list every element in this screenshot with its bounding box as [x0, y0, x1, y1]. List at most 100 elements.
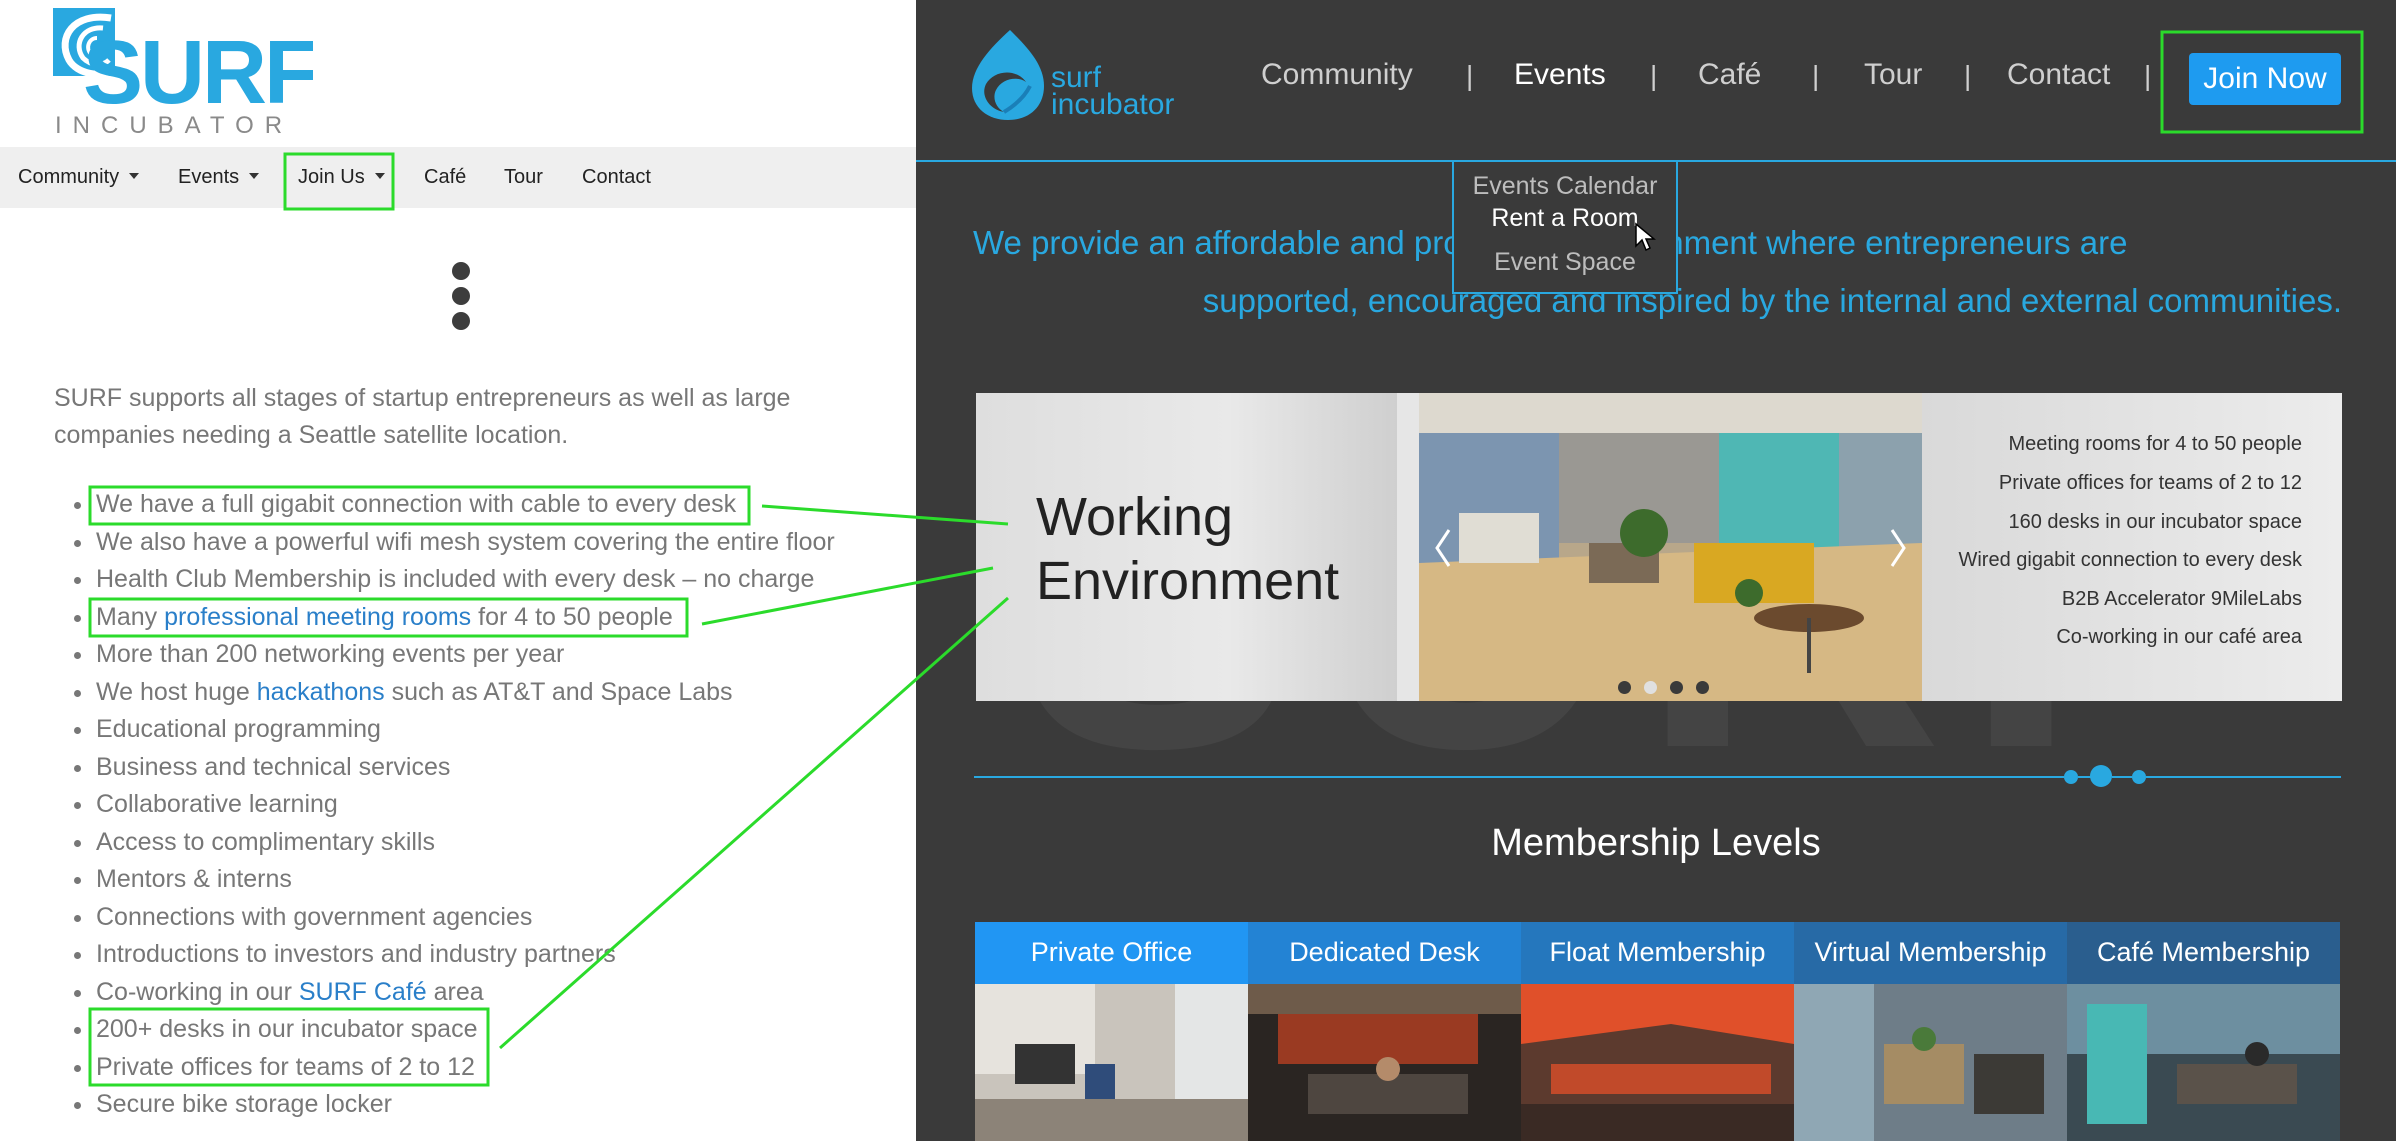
- old-logo-wordmark: SURF: [83, 23, 313, 123]
- membership-photo: [975, 984, 1248, 1141]
- list-item: Introductions to investors and industry …: [74, 936, 896, 974]
- list-item: Collaborative learning: [74, 786, 896, 824]
- list-item: Business and technical services: [74, 749, 896, 787]
- nav-separator: |: [2144, 60, 2152, 91]
- nav-tour[interactable]: Tour: [1864, 58, 1922, 92]
- old-nav-contact[interactable]: Contact: [582, 147, 651, 208]
- membership-photo: [1794, 984, 2067, 1141]
- more-vertical-icon[interactable]: [451, 262, 471, 332]
- old-nav-events[interactable]: Events: [178, 147, 260, 208]
- membership-card-dedicated-desk[interactable]: Dedicated Desk: [1248, 922, 1521, 1141]
- old-nav-join-us-label: Join Us: [298, 166, 365, 188]
- membership-photo: [1521, 984, 1794, 1141]
- slider-dot[interactable]: [1618, 681, 1631, 694]
- list-item: We also have a powerful wifi mesh system…: [74, 524, 896, 562]
- nav-community[interactable]: Community: [1261, 58, 1413, 92]
- hackathons-link[interactable]: hackathons: [257, 678, 385, 706]
- new-site-panel: SURF surf incubator Community | Events |…: [916, 0, 2396, 1141]
- list-item: Mentors & interns: [74, 861, 896, 899]
- old-nav-community-label: Community: [18, 166, 120, 188]
- section-divider-right: [2146, 776, 2341, 778]
- nav-separator: |: [1466, 60, 1474, 91]
- membership-card-label: Virtual Membership: [1794, 922, 2067, 984]
- nav-contact[interactable]: Contact: [2007, 58, 2110, 92]
- membership-card-label: Float Membership: [1521, 922, 1794, 984]
- old-nav-events-label: Events: [178, 166, 240, 188]
- list-item: Co-working in our SURF Café area: [74, 974, 896, 1012]
- nav-separator: |: [1812, 60, 1820, 91]
- membership-card-label: Dedicated Desk: [1248, 922, 1521, 984]
- membership-card-private-office[interactable]: Private Office: [975, 922, 1248, 1141]
- new-logo-text[interactable]: surf incubator: [1051, 61, 1175, 121]
- membership-card-float[interactable]: Float Membership: [1521, 922, 1794, 1141]
- divider-dot: [2064, 770, 2078, 784]
- membership-card-label: Café Membership: [2067, 922, 2340, 984]
- slider-feature: Wired gigabit connection to every desk: [1958, 549, 2302, 571]
- old-intro-text: SURF supports all stages of startup entr…: [54, 384, 791, 449]
- old-nav-cafe[interactable]: Café: [424, 147, 466, 208]
- list-item: Access to complimentary skills: [74, 824, 896, 862]
- caret-down-icon: [249, 172, 260, 179]
- list-item: Private offices for teams of 2 to 12: [74, 1049, 896, 1087]
- mouse-pointer-icon: [1635, 222, 1656, 252]
- nav-separator: |: [1650, 60, 1658, 91]
- slider-next-icon[interactable]: [1890, 528, 1906, 568]
- caret-down-icon: [129, 172, 140, 179]
- list-item: Secure bike storage locker: [74, 1086, 896, 1124]
- slider-pagination: [1618, 681, 1718, 695]
- membership-heading: Membership Levels: [1491, 822, 1821, 864]
- divider-dot: [2132, 770, 2146, 784]
- old-logo-subtitle: INCUBATOR: [55, 112, 293, 136]
- tagline-line2: supported, encouraged and inspired by th…: [1202, 282, 2342, 319]
- old-nav-tour[interactable]: Tour: [504, 147, 543, 208]
- surf-cafe-link[interactable]: SURF Café: [299, 978, 427, 1006]
- old-navbar: Community Events Join Us Café Tour Conta…: [0, 147, 916, 208]
- menu-item-events-calendar[interactable]: Events Calendar: [1454, 172, 1676, 201]
- office-photo: [1419, 393, 1922, 701]
- new-logo-line1: surf: [1051, 61, 1102, 94]
- old-nav-join-us[interactable]: Join Us: [298, 147, 385, 208]
- nav-events[interactable]: Events: [1514, 58, 1606, 92]
- join-now-button[interactable]: Join Now: [2189, 53, 2341, 105]
- new-logo-line2: incubator: [1051, 88, 1175, 121]
- old-features-list: We have a full gigabit connection with c…: [74, 486, 896, 1124]
- caret-down-icon: [374, 172, 385, 179]
- membership-card-cafe[interactable]: Café Membership: [2067, 922, 2340, 1141]
- surf-drop-logo-icon[interactable]: [970, 28, 1046, 122]
- slider-dot[interactable]: [1696, 681, 1709, 694]
- list-item: We have a full gigabit connection with c…: [74, 486, 896, 524]
- working-environment-slider: Working Environment Meeting rooms for 4 …: [976, 393, 2342, 701]
- list-item: Health Club Membership is included with …: [74, 561, 896, 599]
- old-surf-logo[interactable]: SURF INCUBATOR: [53, 8, 313, 136]
- nav-separator: |: [1964, 60, 1972, 91]
- membership-card-virtual[interactable]: Virtual Membership: [1794, 922, 2067, 1141]
- menu-item-event-space[interactable]: Event Space: [1454, 248, 1676, 277]
- slider-dot-active[interactable]: [1644, 681, 1657, 694]
- slider-feature: Co-working in our café area: [2056, 626, 2302, 648]
- slider-features-panel: Meeting rooms for 4 to 50 people Private…: [1922, 393, 2342, 701]
- divider-dot: [2090, 765, 2112, 787]
- slider-feature: 160 desks in our incubator space: [2008, 511, 2302, 533]
- section-divider-left: [974, 776, 2064, 778]
- slider-feature: B2B Accelerator 9MileLabs: [2061, 588, 2302, 610]
- membership-photo: [1248, 984, 1521, 1141]
- slider-feature: Meeting rooms for 4 to 50 people: [2008, 433, 2302, 455]
- list-item: Educational programming: [74, 711, 896, 749]
- slider-dot[interactable]: [1670, 681, 1683, 694]
- slider-feature: Private offices for teams of 2 to 12: [1998, 472, 2302, 494]
- section-divider-mid: [2112, 776, 2132, 778]
- list-item: 200+ desks in our incubator space: [74, 1011, 896, 1049]
- membership-card-label: Private Office: [975, 922, 1248, 984]
- membership-photo: [2067, 984, 2340, 1141]
- slider-prev-icon[interactable]: [1435, 528, 1451, 568]
- slide-title: Working Environment: [1036, 487, 1340, 611]
- old-nav-community[interactable]: Community: [18, 147, 140, 208]
- slider-title-panel: Working Environment: [976, 393, 1397, 701]
- list-item: We host huge hackathons such as AT&T and…: [74, 674, 896, 712]
- list-item: Connections with government agencies: [74, 899, 896, 937]
- list-item: Many professional meeting rooms for 4 to…: [74, 599, 896, 637]
- old-site-panel: SURF INCUBATOR Community Events Join Us …: [0, 0, 916, 1141]
- nav-cafe[interactable]: Café: [1698, 58, 1761, 92]
- meeting-rooms-link[interactable]: professional meeting rooms: [164, 603, 471, 631]
- list-item: More than 200 networking events per year: [74, 636, 896, 674]
